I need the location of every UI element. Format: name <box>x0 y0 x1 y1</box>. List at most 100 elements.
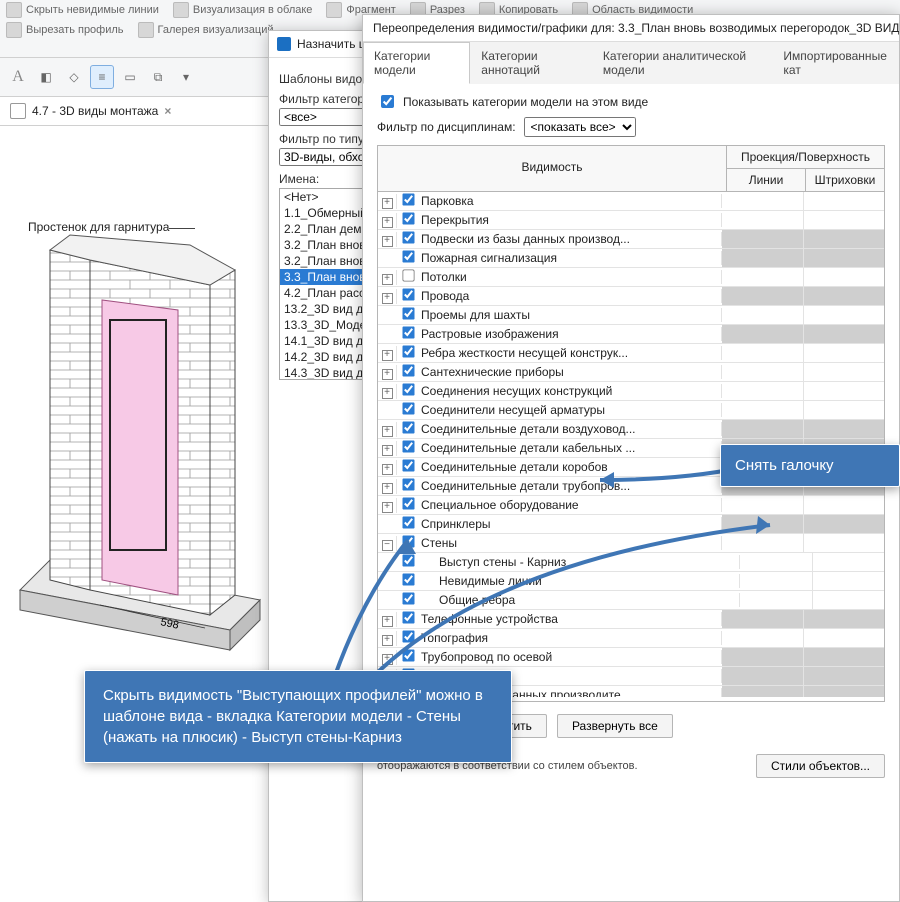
category-row[interactable]: Соединители несущей арматуры <box>378 401 884 420</box>
cube-icon[interactable]: ◧ <box>34 65 58 89</box>
ribbon-item[interactable]: Галерея визуализаций <box>138 22 274 38</box>
patterns-cell[interactable] <box>804 667 885 685</box>
category-row[interactable]: +Телефонные устройства <box>378 610 884 629</box>
category-row[interactable]: Растровые изображения <box>378 325 884 344</box>
patterns-cell[interactable] <box>804 401 885 419</box>
lines-cell[interactable] <box>722 686 804 697</box>
patterns-cell[interactable] <box>804 249 885 267</box>
patterns-cell[interactable] <box>804 211 885 229</box>
show-categories-input[interactable] <box>381 95 394 108</box>
visibility-checkbox[interactable] <box>402 440 414 452</box>
lines-cell[interactable] <box>722 211 804 229</box>
text-tool-icon[interactable]: A <box>6 65 30 89</box>
more-icon[interactable]: ▾ <box>174 65 198 89</box>
visibility-checkbox[interactable] <box>402 193 414 205</box>
lines-cell[interactable] <box>722 610 804 628</box>
visibility-checkbox[interactable] <box>402 250 414 262</box>
patterns-cell[interactable] <box>813 572 885 590</box>
lines-cell[interactable] <box>722 648 804 666</box>
expand-icon[interactable]: + <box>378 232 397 247</box>
expand-icon[interactable]: + <box>378 194 397 209</box>
patterns-cell[interactable] <box>804 686 885 697</box>
visibility-checkbox[interactable] <box>402 573 414 585</box>
category-row[interactable]: +Соединения несущих конструкций <box>378 382 884 401</box>
expand-icon[interactable]: + <box>378 479 397 494</box>
patterns-cell[interactable] <box>804 287 885 305</box>
expand-icon[interactable]: + <box>378 270 397 285</box>
expand-icon[interactable]: + <box>378 384 397 399</box>
lines-cell[interactable] <box>740 572 813 590</box>
lines-cell[interactable] <box>722 325 804 343</box>
category-row[interactable]: Пожарная сигнализация <box>378 249 884 268</box>
ribbon-item[interactable]: Визуализация в облаке <box>173 2 313 18</box>
close-icon[interactable]: × <box>164 104 171 118</box>
expand-icon[interactable]: + <box>378 612 397 627</box>
visibility-checkbox[interactable] <box>402 421 414 433</box>
lines-cell[interactable] <box>722 306 804 324</box>
visibility-checkbox[interactable] <box>402 288 414 300</box>
category-row[interactable]: +Соединительные детали воздуховод... <box>378 420 884 439</box>
tab[interactable]: Категории аннотаций <box>470 42 592 84</box>
patterns-cell[interactable] <box>804 610 885 628</box>
visibility-checkbox[interactable] <box>402 611 414 623</box>
visibility-checkbox[interactable] <box>402 231 414 243</box>
patterns-cell[interactable] <box>804 534 885 552</box>
lines-cell[interactable] <box>722 249 804 267</box>
patterns-cell[interactable] <box>804 648 885 666</box>
show-categories-checkbox[interactable]: Показывать категории модели на этом виде <box>377 92 885 111</box>
list-icon[interactable]: ≡ <box>90 65 114 89</box>
lines-cell[interactable] <box>722 667 804 685</box>
patterns-cell[interactable] <box>804 344 885 362</box>
patterns-cell[interactable] <box>804 420 885 438</box>
expand-icon[interactable]: + <box>378 213 397 228</box>
ribbon-item[interactable]: Вырезать профиль <box>6 22 124 38</box>
patterns-cell[interactable] <box>804 192 885 210</box>
visibility-checkbox[interactable] <box>402 212 414 224</box>
category-row[interactable]: +Перекрытия <box>378 211 884 230</box>
visibility-checkbox[interactable] <box>402 649 414 661</box>
lines-cell[interactable] <box>722 420 804 438</box>
visibility-checkbox[interactable] <box>402 269 414 281</box>
patterns-cell[interactable] <box>804 363 885 381</box>
visibility-checkbox[interactable] <box>402 402 414 414</box>
lines-cell[interactable] <box>722 401 804 419</box>
category-row[interactable]: +Трубопровод по осевой <box>378 648 884 667</box>
category-row[interactable]: +Топография <box>378 629 884 648</box>
expand-icon[interactable]: + <box>378 422 397 437</box>
visibility-checkbox[interactable] <box>402 630 414 642</box>
patterns-cell[interactable] <box>804 268 885 286</box>
expand-all-button[interactable]: Развернуть все <box>557 714 673 738</box>
visibility-checkbox[interactable] <box>402 478 414 490</box>
expand-icon[interactable]: + <box>378 460 397 475</box>
patterns-cell[interactable] <box>804 325 885 343</box>
visibility-checkbox[interactable] <box>402 326 414 338</box>
lines-cell[interactable] <box>722 363 804 381</box>
category-row[interactable]: +Провода <box>378 287 884 306</box>
category-row[interactable]: +Потолки <box>378 268 884 287</box>
lines-cell[interactable] <box>722 515 804 533</box>
expand-icon[interactable]: + <box>378 441 397 456</box>
lines-cell[interactable] <box>740 591 813 609</box>
expand-icon[interactable]: + <box>378 650 397 665</box>
tab[interactable]: Категории модели <box>363 42 470 84</box>
category-row[interactable]: Невидимые линии <box>378 572 884 591</box>
category-row[interactable]: Общие ребра <box>378 591 884 610</box>
patterns-cell[interactable] <box>813 591 885 609</box>
patterns-cell[interactable] <box>804 496 885 514</box>
section-icon[interactable]: ◇ <box>62 65 86 89</box>
visibility-checkbox[interactable] <box>402 516 414 528</box>
category-row[interactable]: +Специальное оборудование <box>378 496 884 515</box>
category-row[interactable]: Проемы для шахты <box>378 306 884 325</box>
patterns-cell[interactable] <box>804 629 885 647</box>
patterns-cell[interactable] <box>804 515 885 533</box>
visibility-checkbox[interactable] <box>402 592 414 604</box>
visibility-checkbox[interactable] <box>402 307 414 319</box>
category-row[interactable]: +Сантехнические приборы <box>378 363 884 382</box>
expand-icon[interactable]: + <box>378 631 397 646</box>
lines-cell[interactable] <box>722 629 804 647</box>
visibility-checkbox[interactable] <box>402 383 414 395</box>
expand-icon[interactable]: + <box>378 289 397 304</box>
lines-cell[interactable] <box>722 287 804 305</box>
tab[interactable]: Категории аналитической модели <box>592 42 772 84</box>
ribbon-item[interactable]: Скрыть невидимые линии <box>6 2 159 18</box>
